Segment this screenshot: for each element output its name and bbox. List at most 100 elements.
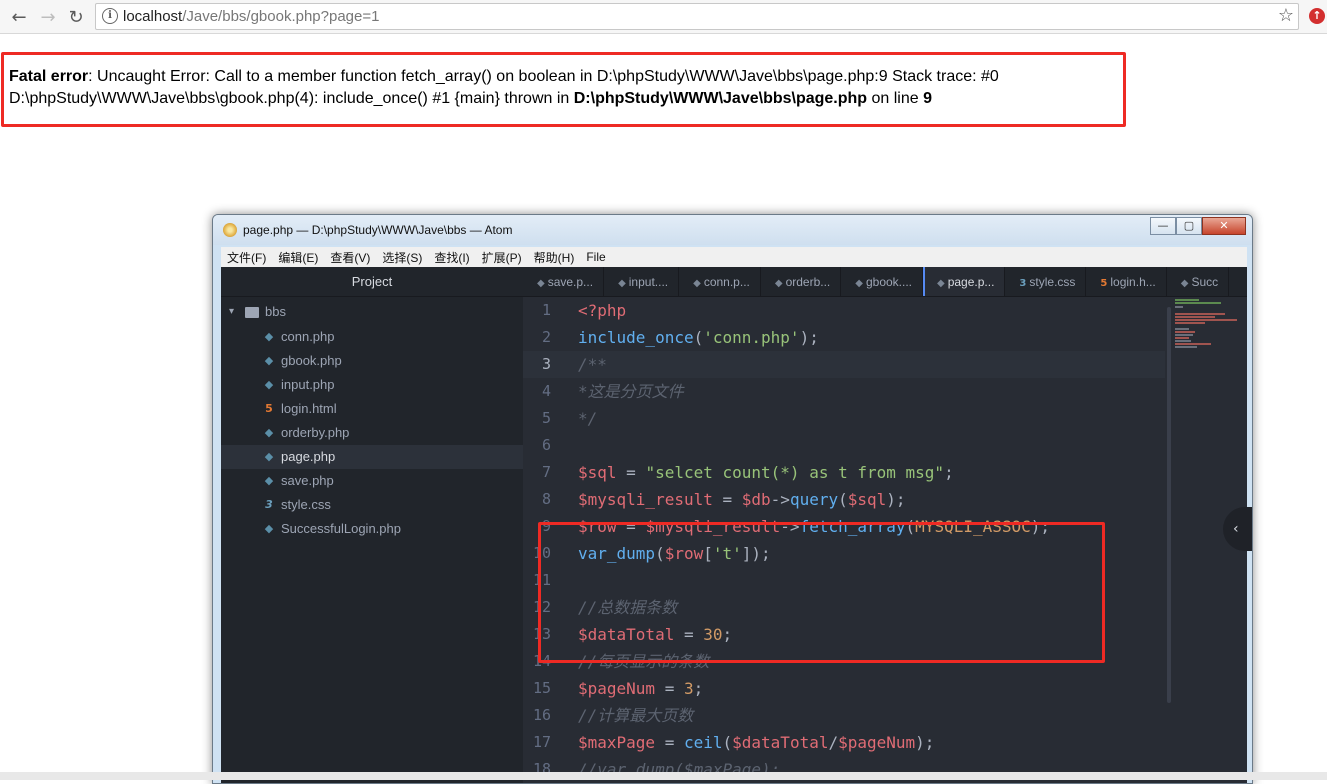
tab-7[interactable]: 5 login.h... [1086,267,1167,296]
window-title-bar: page.php — D:\phpStudy\WWW\Jave\bbs — At… [213,215,1252,245]
error-label: Fatal error [9,68,89,85]
tree-file-label: input.php [281,377,335,392]
line-number: 15 [532,679,551,697]
tab-label: save.p... [547,275,594,289]
code-token: = [655,679,684,698]
url-text[interactable]: localhost/Jave/bbs/gbook.php?page=1 [123,8,379,25]
code-token: ( [722,733,733,752]
code-token: $maxPage [578,733,656,752]
browser-toolbar: ← → ↻ i localhost/Jave/bbs/gbook.php?pag… [0,0,1327,34]
menu-bar: 文件(F) 编辑(E) 查看(V) 选择(S) 查找(I) 扩展(P) 帮助(H… [221,247,1247,267]
minimize-button[interactable]: — [1150,217,1176,235]
tab-5[interactable]: ◆ page.p... [923,267,1006,296]
info-icon[interactable]: i [102,8,118,24]
annotation-highlight-box [538,522,1105,663]
menu-selection[interactable]: 选择(S) [382,249,422,266]
tree-file-save-php[interactable]: ◆ save.php [221,469,523,493]
error-on-line: on line [867,90,924,107]
code-token: /** [578,355,607,374]
menu-file[interactable]: 文件(F) [227,249,266,266]
code-token: ); [915,733,935,752]
maximize-button[interactable]: ▢ [1176,217,1202,235]
code-token: */ [578,409,598,428]
html-file-icon: 5 [1100,278,1108,289]
tab-2[interactable]: ◆ conn.p... [679,267,761,296]
menu-view[interactable]: 查看(V) [330,249,370,266]
tab-label: orderb... [785,275,831,289]
code-editor[interactable]: 1 2 3 4 5 6 7 8 9 10 11 12 13 14 15 16 17 18 <?php include… [523,297,1252,783]
code-token: = [616,463,646,482]
chevron-down-icon[interactable]: ▾ [229,301,234,323]
menu-help[interactable]: 帮助(H) [534,249,575,266]
code-line: $mysqli_result = $db->query($sql); [578,486,906,513]
php-file-icon: ◆ [855,278,863,289]
tree-file-page-php[interactable]: ◆ page.php [221,445,523,469]
tab-3[interactable]: ◆ orderb... [761,267,842,296]
code-token: ); [799,328,819,347]
tree-file-style-css[interactable]: 3 style.css [221,493,523,517]
tab-8[interactable]: ◆ Succ [1167,267,1230,296]
tab-1[interactable]: ◆ input.... [604,267,680,296]
line-number: 1 [541,301,551,319]
tree-file-conn-php[interactable]: ◆ conn.php [221,325,523,349]
css-file-icon: 3 [265,498,273,511]
code-line: include_once('conn.php'); [578,324,819,351]
tab-4[interactable]: ◆ gbook.... [841,267,923,296]
code-token: $dataTotal [732,733,829,752]
cursor-line-highlight [523,351,1165,378]
minimap[interactable] [1173,297,1247,357]
php-file-icon: ◆ [937,278,945,289]
forward-button[interactable]: → [36,5,60,29]
tree-file-label: gbook.php [281,353,342,368]
line-number: 5 [541,409,551,427]
code-token: $db [741,490,771,509]
code-token: $pageNum [838,733,916,752]
menu-find[interactable]: 查找(I) [434,249,469,266]
back-button[interactable]: ← [7,5,31,29]
code-token: include_once [578,328,694,347]
tree-file-successfullogin-php[interactable]: ◆ SuccessfulLogin.php [221,517,523,541]
url-path: /Jave/bbs/gbook.php?page=1 [182,8,380,25]
tree-file-login-html[interactable]: 5 login.html [221,397,523,421]
line-number: 4 [541,382,551,400]
window-controls: — ▢ ✕ [1150,217,1246,235]
project-tree-header: Project [221,267,523,297]
project-tree-view: Project ▾ bbs ◆ conn.php ◆ gbook.php ◆ input.… [221,267,523,783]
tab-6[interactable]: 3 style.css [1005,267,1087,296]
folder-bbs[interactable]: ▾ bbs [221,301,523,323]
code-token: -> [770,490,790,509]
extension-icon[interactable]: ↑ [1309,8,1325,24]
folder-icon [245,307,259,318]
close-button[interactable]: ✕ [1202,217,1246,235]
code-token: $pageNum [578,679,656,698]
code-token: 'conn.php' [703,328,800,347]
php-file-icon: ◆ [1180,278,1189,289]
php-file-icon: ◆ [264,426,274,439]
line-number: 2 [541,328,551,346]
tree-file-label: save.php [281,473,334,488]
tree-file-input-php[interactable]: ◆ input.php [221,373,523,397]
code-token: ; [693,679,704,698]
html-file-icon: 5 [265,402,273,415]
code-token: = [712,490,742,509]
php-file-icon: ◆ [774,278,783,289]
php-file-icon: ◆ [264,354,274,367]
code-token: //计算最大页数 [578,706,694,725]
code-token: $mysqli_result [578,490,713,509]
url-host: localhost [123,8,183,25]
line-number: 8 [541,490,551,508]
code-line: <?php [578,297,626,324]
address-bar[interactable]: i localhost/Jave/bbs/gbook.php?page=1 ☆ [95,3,1299,30]
menu-packages[interactable]: 扩展(P) [482,249,522,266]
reload-button[interactable]: ↻ [64,5,88,29]
editor-scrollbar[interactable] [1167,307,1171,703]
tree-file-gbook-php[interactable]: ◆ gbook.php [221,349,523,373]
tree-file-orderby-php[interactable]: ◆ orderby.php [221,421,523,445]
css-file-icon: 3 [1019,278,1027,289]
bookmark-star-icon[interactable]: ☆ [1278,5,1294,26]
menu-file-extra[interactable]: File [586,250,605,264]
tab-0[interactable]: ◆ save.p... [523,267,605,296]
menu-edit[interactable]: 编辑(E) [278,249,318,266]
tab-label: input.... [628,275,669,289]
collapse-panel-button[interactable]: ‹ [1223,507,1252,551]
